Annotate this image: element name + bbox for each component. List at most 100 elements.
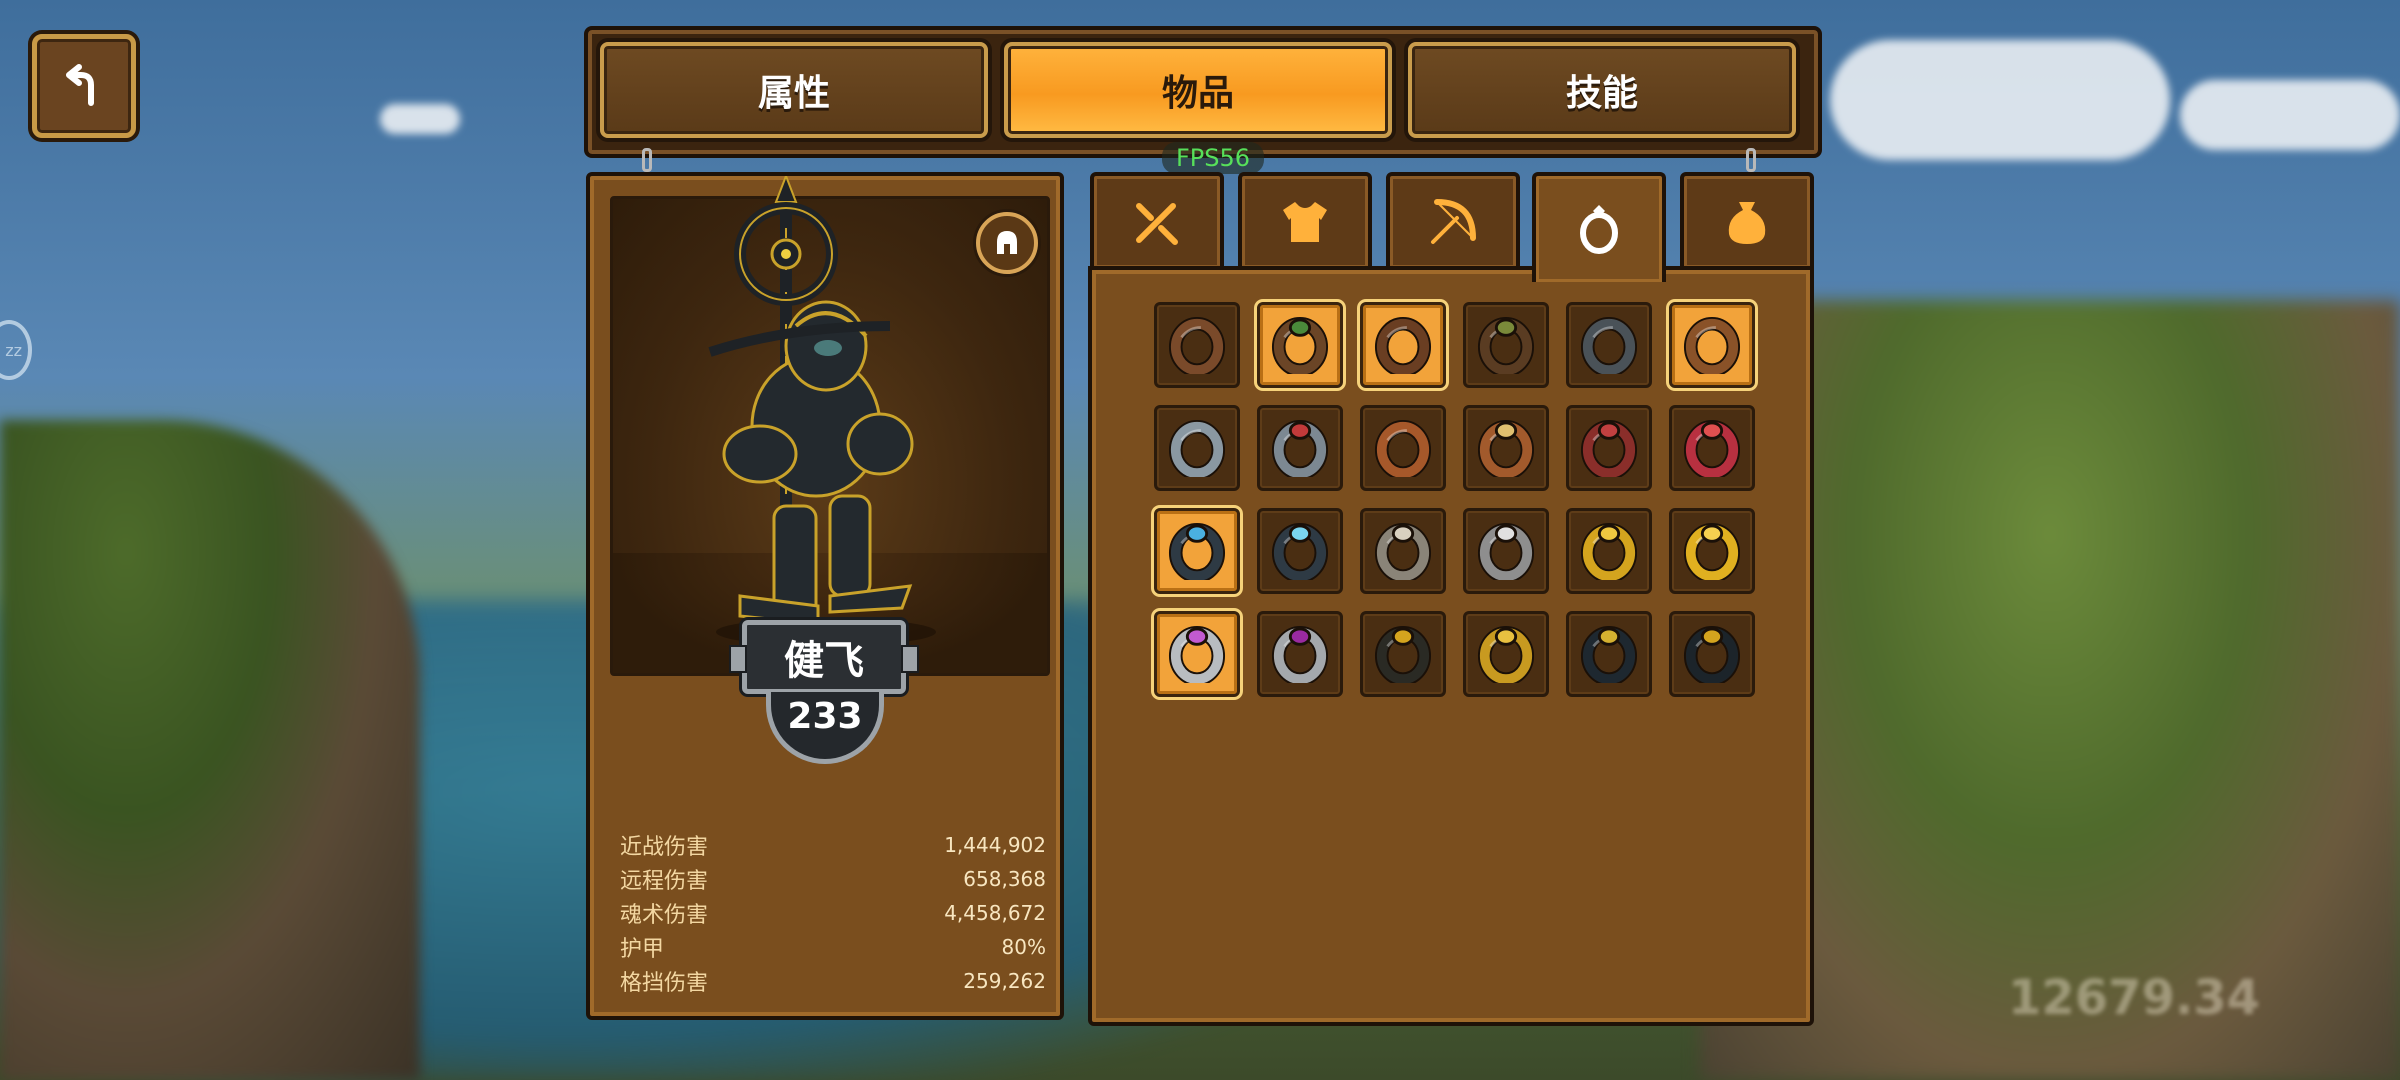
stat-value: 80% bbox=[1001, 935, 1046, 959]
ring-icon bbox=[1271, 316, 1329, 374]
ring-icon bbox=[1168, 522, 1226, 580]
stat-label: 远程伤害 bbox=[620, 869, 709, 894]
inventory-slot[interactable] bbox=[1463, 611, 1549, 697]
character-name: 健飞 bbox=[784, 638, 864, 684]
inventory-panel bbox=[1088, 266, 1814, 1026]
ring-icon bbox=[1271, 419, 1329, 477]
inventory-slot[interactable] bbox=[1360, 508, 1446, 594]
stat-row: 远程伤害 658,368 bbox=[620, 862, 1046, 896]
stat-row: 格挡伤害 259,262 bbox=[620, 964, 1046, 998]
toggle-helmet-button[interactable] bbox=[976, 212, 1038, 274]
chain-link-right bbox=[1746, 148, 1756, 172]
ring-icon bbox=[1374, 316, 1432, 374]
inventory-grid bbox=[1154, 302, 1755, 697]
inventory-slot[interactable] bbox=[1257, 611, 1343, 697]
side-sleep-badge[interactable]: zz bbox=[0, 320, 32, 380]
category-tab-ranged[interactable] bbox=[1386, 172, 1520, 272]
ring-icon bbox=[1477, 625, 1535, 683]
stat-value: 1,444,902 bbox=[944, 833, 1046, 857]
inventory-slot[interactable] bbox=[1669, 405, 1755, 491]
crossed-swords-icon bbox=[1136, 203, 1178, 245]
stats-list: 近战伤害 1,444,902 远程伤害 658,368 魂术伤害 4,458,6… bbox=[620, 828, 1046, 998]
tab-label: 技能 bbox=[1565, 73, 1638, 114]
category-tab-bags[interactable] bbox=[1680, 172, 1814, 272]
inventory-slot[interactable] bbox=[1669, 611, 1755, 697]
ring-icon bbox=[1477, 316, 1535, 374]
tab-label: 物品 bbox=[1161, 73, 1234, 114]
stat-row: 护甲 80% bbox=[620, 930, 1046, 964]
stat-label: 护甲 bbox=[620, 937, 665, 962]
ring-icon bbox=[1168, 419, 1226, 477]
inventory-slot[interactable] bbox=[1360, 302, 1446, 388]
ring-icon bbox=[1271, 522, 1329, 580]
ring-icon bbox=[1477, 522, 1535, 580]
category-tab-armor[interactable] bbox=[1238, 172, 1372, 272]
inventory-slot[interactable] bbox=[1566, 302, 1652, 388]
inventory-slot[interactable] bbox=[1463, 405, 1549, 491]
bow-icon bbox=[1431, 199, 1476, 244]
character-panel: 健飞 233 近战伤害 1,444,902 远程伤害 658,368 魂术伤害 … bbox=[586, 172, 1064, 1020]
nameplate-clip bbox=[901, 645, 919, 673]
ring-icon bbox=[1683, 316, 1741, 374]
ring-icon bbox=[1580, 205, 1618, 254]
inventory-slot[interactable] bbox=[1154, 302, 1240, 388]
ring-icon bbox=[1477, 419, 1535, 477]
stat-value: 259,262 bbox=[963, 969, 1046, 993]
chain-link-left bbox=[642, 148, 652, 172]
fps-counter: FPS56 bbox=[1162, 142, 1265, 174]
stat-row: 近战伤害 1,444,902 bbox=[620, 828, 1046, 862]
inventory-slot[interactable] bbox=[1257, 302, 1343, 388]
stat-value: 4,458,672 bbox=[944, 901, 1046, 925]
ring-icon bbox=[1580, 625, 1638, 683]
ring-icon bbox=[1374, 522, 1432, 580]
back-arrow-icon bbox=[66, 64, 94, 106]
stat-value: 658,368 bbox=[963, 867, 1046, 891]
inventory-slot[interactable] bbox=[1566, 405, 1652, 491]
bag-icon bbox=[1728, 202, 1766, 244]
ring-icon bbox=[1271, 625, 1329, 683]
ring-icon bbox=[1168, 625, 1226, 683]
stat-row: 魂术伤害 4,458,672 bbox=[620, 896, 1046, 930]
inventory-slot[interactable] bbox=[1154, 508, 1240, 594]
inventory-slot[interactable] bbox=[1463, 508, 1549, 594]
ring-icon bbox=[1580, 522, 1638, 580]
background-cloud bbox=[380, 104, 460, 134]
character-level: 233 bbox=[787, 696, 863, 737]
inventory-slot[interactable] bbox=[1154, 611, 1240, 697]
helmet-icon bbox=[997, 231, 1017, 254]
inventory-slot[interactable] bbox=[1257, 508, 1343, 594]
background-cliff bbox=[0, 420, 420, 1080]
ring-icon bbox=[1168, 316, 1226, 374]
ring-icon bbox=[1580, 316, 1638, 374]
ring-icon bbox=[1683, 522, 1741, 580]
back-button[interactable] bbox=[32, 34, 136, 138]
ring-icon bbox=[1683, 419, 1741, 477]
ring-icon bbox=[1374, 419, 1432, 477]
inventory-slot[interactable] bbox=[1566, 508, 1652, 594]
ring-icon bbox=[1374, 625, 1432, 683]
inventory-slot[interactable] bbox=[1257, 405, 1343, 491]
inventory-slot[interactable] bbox=[1669, 302, 1755, 388]
inventory-slot[interactable] bbox=[1360, 611, 1446, 697]
inventory-slot[interactable] bbox=[1566, 611, 1652, 697]
stat-label: 格挡伤害 bbox=[620, 971, 709, 996]
character-nameplate: 健飞 bbox=[729, 620, 919, 694]
stat-label: 魂术伤害 bbox=[620, 903, 709, 928]
background-cloud bbox=[1830, 40, 2170, 160]
tab-skills[interactable]: 技能 bbox=[1408, 42, 1796, 138]
nameplate-clip bbox=[729, 645, 747, 673]
tab-items[interactable]: 物品 bbox=[1004, 42, 1392, 138]
category-tab-weapons[interactable] bbox=[1090, 172, 1224, 272]
stat-label: 近战伤害 bbox=[620, 835, 709, 860]
category-tab-rings[interactable] bbox=[1532, 172, 1666, 282]
inventory-slot[interactable] bbox=[1360, 405, 1446, 491]
ring-icon bbox=[1580, 419, 1638, 477]
inventory-slot[interactable] bbox=[1463, 302, 1549, 388]
blurred-gold-counter: 12679.34 bbox=[2007, 970, 2260, 1026]
ring-icon bbox=[1683, 625, 1741, 683]
inventory-slot[interactable] bbox=[1154, 405, 1240, 491]
tab-attributes[interactable]: 属性 bbox=[600, 42, 988, 138]
background-cloud bbox=[2180, 80, 2400, 150]
armor-icon bbox=[1283, 202, 1327, 242]
inventory-slot[interactable] bbox=[1669, 508, 1755, 594]
